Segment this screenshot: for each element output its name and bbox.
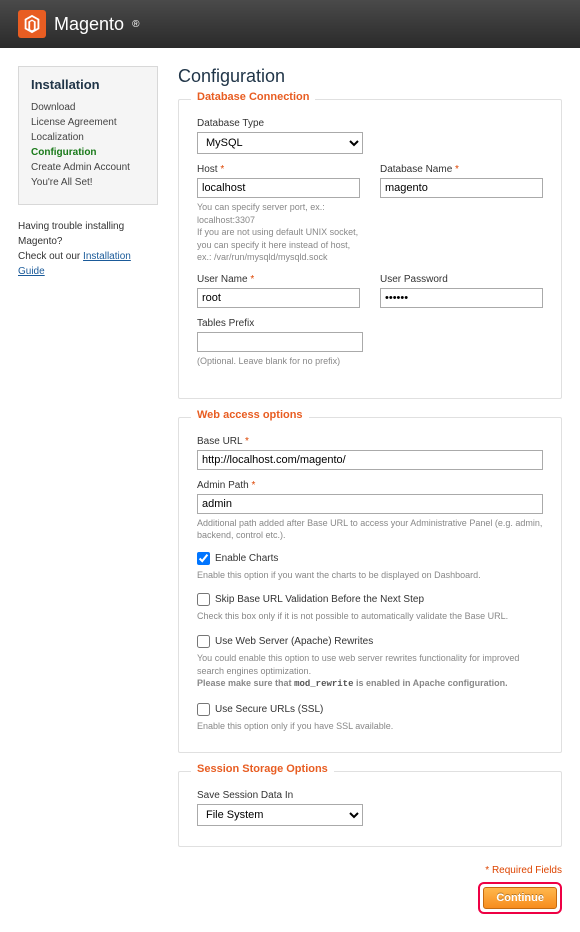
reg-mark: ® [132, 19, 139, 30]
db-type-label: Database Type [197, 118, 363, 129]
header: Magento ® [0, 0, 580, 48]
base-url-label: Base URL * [197, 436, 543, 447]
db-pass-label: User Password [380, 274, 543, 285]
web-access-fieldset: Web access options Base URL * Admin Path… [178, 417, 562, 754]
skip-validation-hint: Check this box only if it is not possibl… [197, 610, 543, 623]
skip-validation-checkbox[interactable] [197, 593, 210, 606]
logo-icon [18, 10, 46, 38]
db-host-input[interactable] [197, 178, 360, 198]
base-url-input[interactable] [197, 450, 543, 470]
db-prefix-label: Tables Prefix [197, 318, 363, 329]
ssl-checkbox[interactable] [197, 703, 210, 716]
db-connection-fieldset: Database Connection Database Type MySQL … [178, 99, 562, 399]
session-legend: Session Storage Options [191, 763, 334, 775]
db-pass-input[interactable] [380, 288, 543, 308]
skip-validation-label[interactable]: Skip Base URL Validation Before the Next… [197, 593, 543, 606]
required-fields-note: * Required Fields [178, 865, 562, 876]
sidebar-item-create-admin-account[interactable]: Create Admin Account [31, 160, 145, 175]
rewrites-hint: You could enable this option to use web … [197, 652, 543, 691]
session-save-select[interactable]: File System [197, 804, 363, 826]
continue-button[interactable]: Continue [483, 887, 557, 909]
help-text: Having trouble installing Magento? Check… [18, 219, 158, 279]
db-host-hint: You can specify server port, ex.: localh… [197, 201, 360, 264]
sidebar-item-localization[interactable]: Localization [31, 130, 145, 145]
sidebar-item-license-agreement[interactable]: License Agreement [31, 115, 145, 130]
db-prefix-input[interactable] [197, 332, 363, 352]
admin-path-hint: Additional path added after Base URL to … [197, 517, 543, 542]
sidebar: Installation DownloadLicense AgreementLo… [18, 66, 158, 914]
db-legend: Database Connection [191, 91, 315, 103]
db-prefix-hint: (Optional. Leave blank for no prefix) [197, 355, 363, 368]
continue-highlight: Continue [478, 882, 562, 914]
ssl-hint: Enable this option only if you have SSL … [197, 720, 543, 733]
ssl-label[interactable]: Use Secure URLs (SSL) [197, 703, 543, 716]
enable-charts-label[interactable]: Enable Charts [197, 552, 543, 565]
db-user-label: User Name * [197, 274, 360, 285]
sidebar-item-you-re-all-set-[interactable]: You're All Set! [31, 175, 145, 190]
logo: Magento ® [18, 10, 139, 38]
admin-path-label: Admin Path * [197, 480, 543, 491]
db-type-select[interactable]: MySQL [197, 132, 363, 154]
session-save-label: Save Session Data In [197, 790, 363, 801]
rewrites-label[interactable]: Use Web Server (Apache) Rewrites [197, 635, 543, 648]
rewrites-checkbox[interactable] [197, 635, 210, 648]
db-user-input[interactable] [197, 288, 360, 308]
db-name-input[interactable] [380, 178, 543, 198]
sidebar-title: Installation [31, 77, 145, 92]
enable-charts-checkbox[interactable] [197, 552, 210, 565]
db-host-label: Host * [197, 164, 360, 175]
session-fieldset: Session Storage Options Save Session Dat… [178, 771, 562, 847]
web-legend: Web access options [191, 409, 309, 421]
db-name-label: Database Name * [380, 164, 543, 175]
brand-text: Magento [54, 14, 124, 35]
sidebar-item-download[interactable]: Download [31, 100, 145, 115]
sidebar-item-configuration[interactable]: Configuration [31, 145, 145, 160]
page-title: Configuration [178, 66, 562, 87]
admin-path-input[interactable] [197, 494, 543, 514]
enable-charts-hint: Enable this option if you want the chart… [197, 569, 543, 582]
